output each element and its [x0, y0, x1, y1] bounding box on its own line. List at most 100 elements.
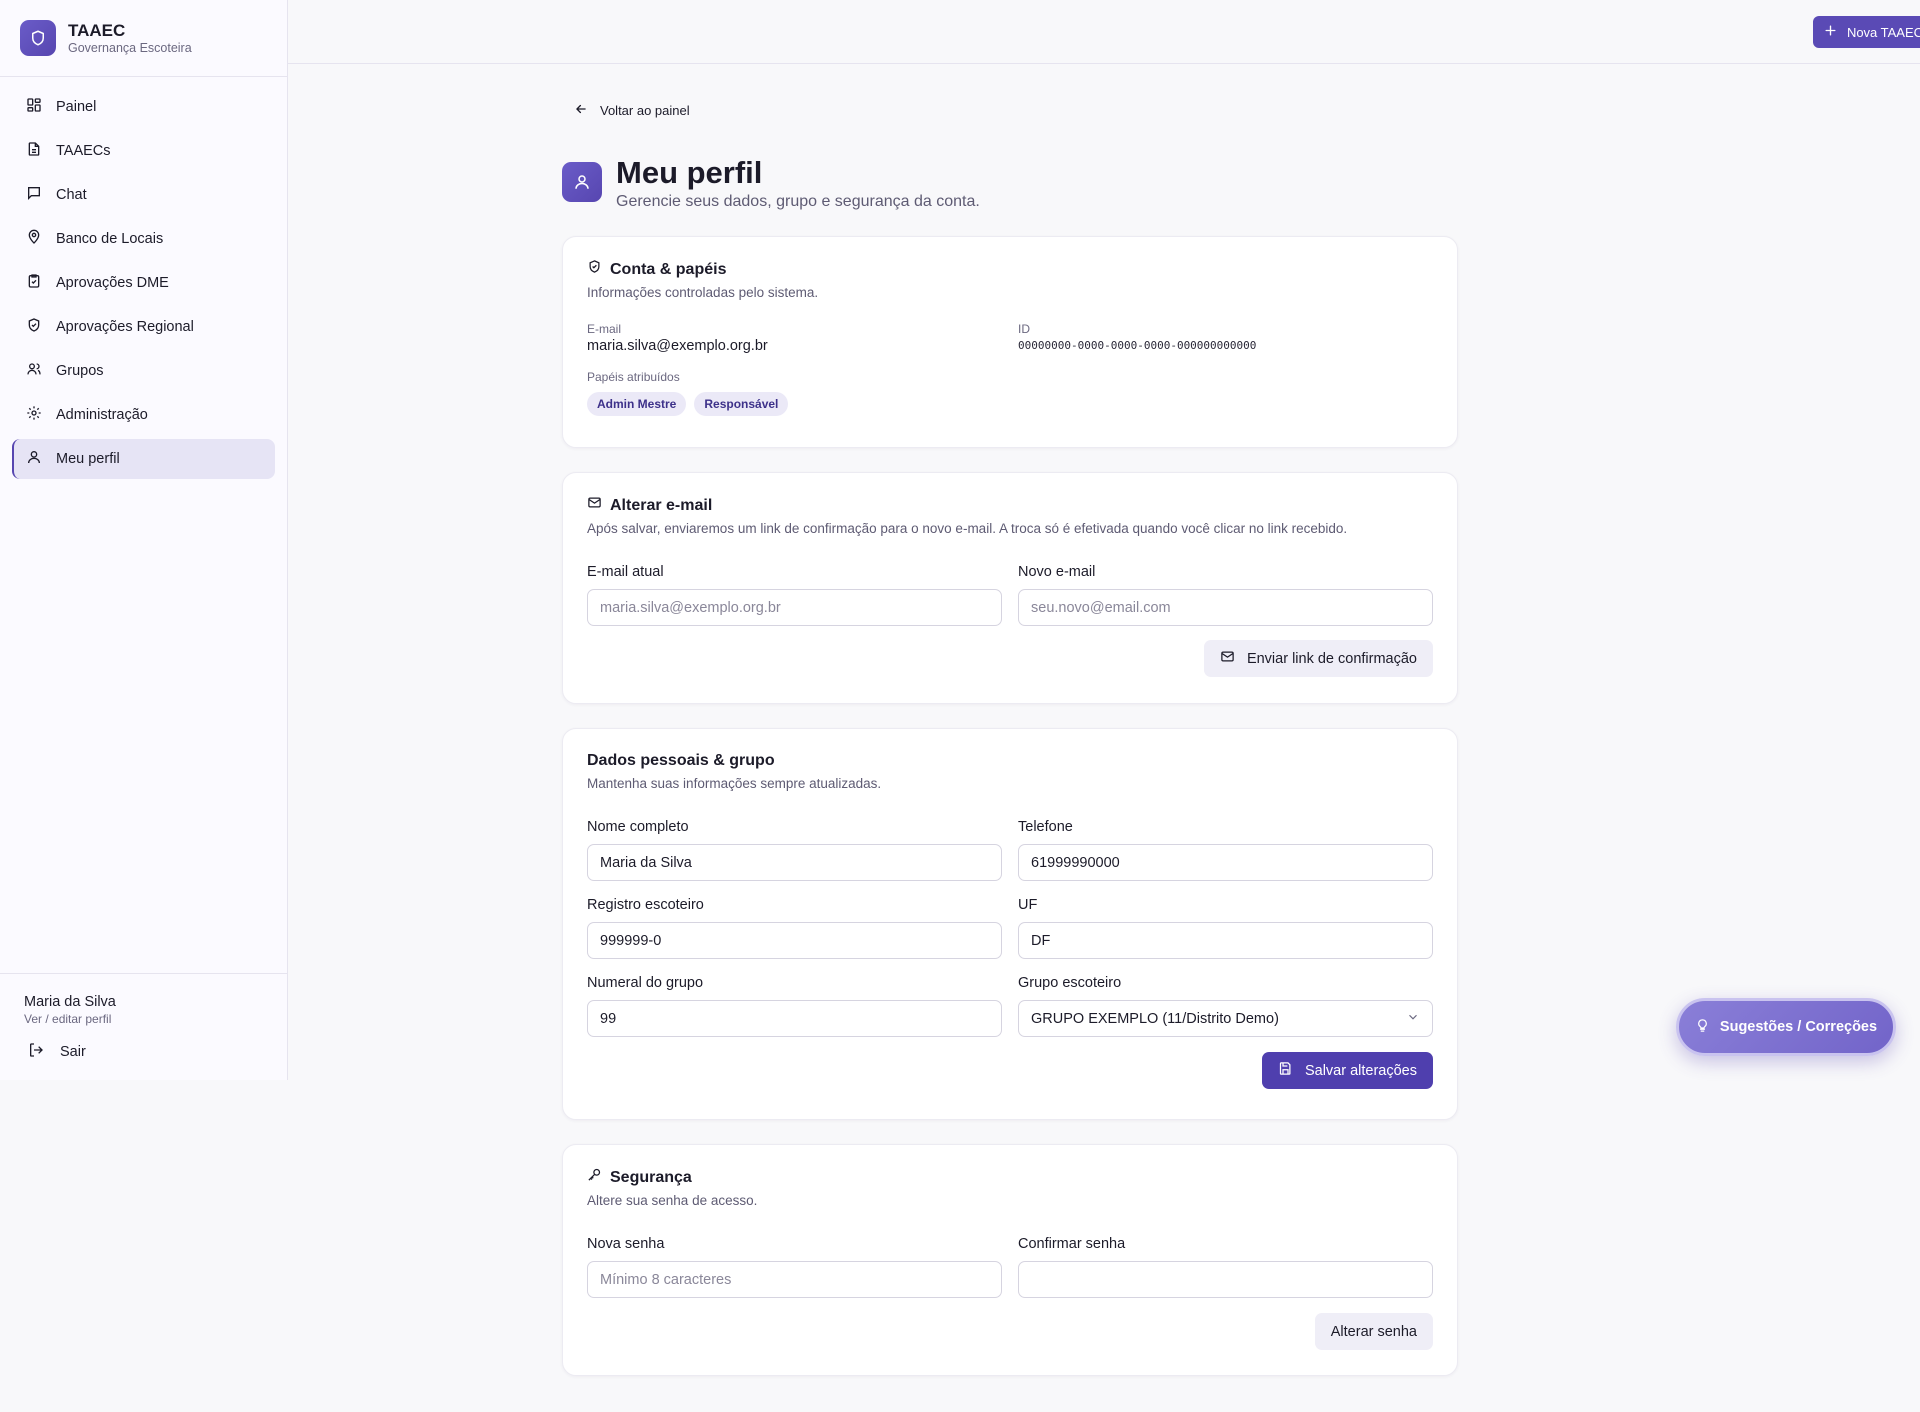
role-badge: Admin Mestre: [587, 392, 687, 416]
user-icon: [26, 449, 42, 469]
mail-icon: [587, 495, 602, 516]
sidebar-item-label: Painel: [56, 99, 97, 115]
sidebar-footer: Maria da Silva Ver / editar perfil Sair: [0, 973, 287, 1080]
security-card: Segurança Altere sua senha de acesso. No…: [562, 1144, 1458, 1376]
roles-list: Admin Mestre Responsável: [587, 392, 1433, 416]
email-label: E-mail: [587, 322, 622, 336]
shield-check-icon: [587, 259, 602, 280]
save-icon: [1278, 1061, 1293, 1080]
mail-icon: [1220, 649, 1235, 668]
group-numeral-label: Numeral do grupo: [587, 975, 704, 991]
sidebar-item-label: Administração: [56, 407, 148, 423]
shield-logo-icon: [20, 20, 56, 56]
sidebar-item-grupos[interactable]: Grupos: [12, 351, 275, 391]
confirm-password-label: Confirmar senha: [1018, 1236, 1126, 1252]
document-icon: [26, 141, 42, 161]
dashboard-icon: [26, 97, 42, 117]
security-title: Segurança: [610, 1168, 692, 1186]
sidebar-item-label: Banco de Locais: [56, 231, 164, 247]
sidebar-item-label: Grupos: [56, 363, 104, 379]
new-email-label: Novo e-mail: [1018, 564, 1096, 580]
shield-check-icon: [26, 317, 42, 337]
uf-input[interactable]: DF: [1018, 922, 1433, 959]
confirm-password-input[interactable]: [1018, 1261, 1433, 1298]
brand[interactable]: TAAEC Governança Escoteira: [0, 0, 287, 77]
plus-icon: [1824, 24, 1837, 40]
lightbulb-icon: [1695, 1018, 1710, 1037]
clipboard-check-icon: [26, 273, 42, 293]
id-label: ID: [1018, 322, 1030, 336]
arrow-left-icon: [574, 102, 588, 119]
full-name-input[interactable]: Maria da Silva: [587, 844, 1002, 881]
sidebar-nav: Painel TAAECs Chat Banco de Locais Aprov…: [0, 77, 287, 489]
email-change-title: Alterar e-mail: [610, 496, 713, 514]
sidebar-item-label: Aprovações Regional: [56, 319, 194, 335]
sidebar-item-taaecs[interactable]: TAAECs: [12, 131, 275, 171]
new-password-label: Nova senha: [587, 1236, 665, 1252]
id-value: 00000000-0000-0000-0000-000000000000: [1018, 339, 1257, 352]
scout-registry-input[interactable]: 999999-0: [587, 922, 1002, 959]
key-icon: [587, 1167, 602, 1188]
sidebar-item-label: Aprovações DME: [56, 275, 169, 291]
chevron-down-icon: [1406, 1010, 1420, 1028]
brand-title: TAAEC: [68, 20, 126, 40]
user-icon: [562, 162, 602, 202]
sidebar-item-aprovacoes-dme[interactable]: Aprovações DME: [12, 263, 275, 303]
personal-desc: Mantenha suas informações sempre atualiz…: [587, 776, 882, 791]
sidebar-item-banco-de-locais[interactable]: Banco de Locais: [12, 219, 275, 259]
page-header: Meu perfil Gerencie seus dados, grupo e …: [562, 154, 980, 211]
change-password-button[interactable]: Alterar senha: [1314, 1313, 1433, 1350]
map-pin-icon: [26, 229, 42, 249]
phone-input[interactable]: 61999990000: [1018, 844, 1433, 881]
current-email-field: maria.silva@exemplo.org.br: [587, 589, 1002, 626]
logout-button[interactable]: Sair: [24, 1042, 263, 1062]
logout-label: Sair: [60, 1044, 86, 1060]
sidebar-item-chat[interactable]: Chat: [12, 175, 275, 215]
card-title: Alterar e-mail: [587, 495, 1433, 516]
scout-group-select[interactable]: GRUPO EXEMPLO (11/Distrito Demo): [1018, 1000, 1433, 1037]
sidebar-item-label: TAAECs: [56, 143, 111, 159]
back-to-dashboard-link[interactable]: Voltar ao painel: [574, 102, 690, 119]
email-value: maria.silva@exemplo.org.br: [587, 338, 768, 354]
sidebar-item-painel[interactable]: Painel: [12, 87, 275, 127]
sidebar-item-label: Meu perfil: [56, 451, 120, 467]
full-name-label: Nome completo: [587, 819, 689, 835]
new-taaec-button[interactable]: Nova TAAEC: [1813, 16, 1920, 48]
chat-icon: [26, 185, 42, 205]
scout-group-label: Grupo escoteiro: [1018, 975, 1122, 991]
save-changes-button[interactable]: Salvar alterações: [1261, 1052, 1433, 1089]
new-taaec-label: Nova TAAEC: [1846, 24, 1920, 40]
brand-subtitle: Governança Escoteira: [68, 40, 192, 55]
current-email-label: E-mail atual: [587, 564, 664, 580]
logout-icon: [28, 1042, 44, 1062]
account-roles-card: Conta & papéis Informações controladas p…: [562, 236, 1458, 448]
new-email-input[interactable]: seu.novo@email.com: [1018, 589, 1433, 626]
new-password-input[interactable]: Mínimo 8 caracteres: [587, 1261, 1002, 1298]
send-confirmation-link-button[interactable]: Enviar link de confirmação: [1203, 640, 1433, 677]
gear-icon: [26, 405, 42, 425]
users-icon: [26, 361, 42, 381]
group-numeral-input[interactable]: 99: [587, 1000, 1002, 1037]
suggestions-fab-button[interactable]: Sugestões / Correções: [1676, 998, 1896, 1056]
card-title: Conta & papéis: [587, 259, 1433, 280]
email-change-desc: Após salvar, enviaremos um link de confi…: [587, 521, 1348, 536]
suggestions-label: Sugestões / Correções: [1719, 1019, 1878, 1035]
scout-registry-label: Registro escoteiro: [587, 897, 704, 913]
account-desc: Informações controladas pelo sistema.: [587, 285, 819, 300]
topbar: Nova TAAEC: [288, 0, 1920, 64]
user-name: Maria da Silva: [24, 994, 116, 1010]
sidebar-item-administracao[interactable]: Administração: [12, 395, 275, 435]
save-changes-label: Salvar alterações: [1304, 1062, 1417, 1079]
page-subtitle: Gerencie seus dados, grupo e segurança d…: [616, 193, 980, 210]
personal-data-card: Dados pessoais & grupo Mantenha suas inf…: [562, 728, 1458, 1120]
account-title: Conta & papéis: [610, 260, 727, 278]
page-title: Meu perfil: [616, 155, 763, 190]
change-email-card: Alterar e-mail Após salvar, enviaremos u…: [562, 472, 1458, 704]
phone-label: Telefone: [1018, 819, 1073, 835]
sidebar-item-meu-perfil[interactable]: Meu perfil: [12, 439, 275, 479]
sidebar: TAAEC Governança Escoteira Painel TAAECs…: [0, 0, 288, 1080]
sidebar-item-aprovacoes-regional[interactable]: Aprovações Regional: [12, 307, 275, 347]
card-title: Segurança: [587, 1167, 1433, 1188]
scout-group-value: GRUPO EXEMPLO (11/Distrito Demo): [1031, 1010, 1279, 1027]
profile-link[interactable]: Ver / editar perfil: [24, 1012, 263, 1026]
